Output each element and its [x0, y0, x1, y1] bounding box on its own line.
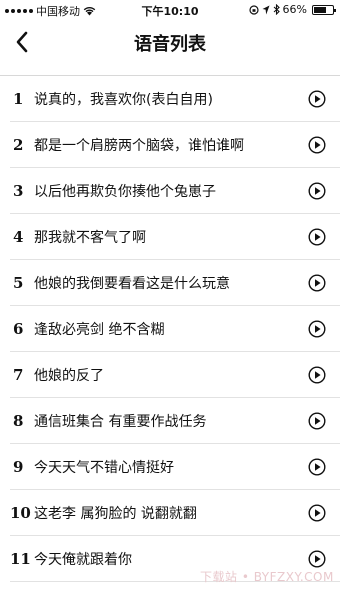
list-item[interactable]: 7 他娘的反了: [0, 352, 340, 398]
play-icon[interactable]: [308, 412, 326, 430]
lock-rotation-icon: [248, 4, 259, 15]
item-title: 说真的，我喜欢你(表白自用): [34, 92, 213, 108]
play-icon[interactable]: [308, 182, 326, 200]
play-icon[interactable]: [308, 366, 326, 384]
item-number: 10: [10, 504, 31, 522]
status-right: 66%: [248, 3, 336, 16]
item-number: 6: [13, 320, 24, 338]
watermark: 下载站 • BYFZXY.COM: [200, 570, 334, 584]
play-icon[interactable]: [308, 320, 326, 338]
list-item[interactable]: 3 以后他再欺负你揍他个兔崽子: [0, 168, 340, 214]
battery-icon: [312, 4, 336, 15]
item-title: 今天俺就跟着你: [34, 552, 132, 568]
item-title: 通信班集合 有重要作战任务: [34, 414, 207, 430]
item-number: 7: [13, 366, 24, 384]
item-number: 2: [13, 136, 24, 154]
list-item[interactable]: 2 都是一个肩膀两个脑袋，谁怕谁啊: [0, 122, 340, 168]
list-item[interactable]: 4 那我就不客气了啊: [0, 214, 340, 260]
item-number: 8: [13, 412, 24, 430]
item-title: 这老李 属狗脸的 说翻就翻: [34, 506, 197, 522]
item-title: 都是一个肩膀两个脑袋，谁怕谁啊: [34, 138, 244, 154]
item-number: 11: [10, 550, 31, 568]
item-number: 3: [13, 182, 24, 200]
play-icon[interactable]: [308, 136, 326, 154]
list-item[interactable]: 5 他娘的我倒要看看这是什么玩意: [0, 260, 340, 306]
nav-bar: 语音列表: [0, 20, 340, 64]
list-item[interactable]: 6 逢敌必亮剑 绝不含糊: [0, 306, 340, 352]
list-item[interactable]: 8 通信班集合 有重要作战任务: [0, 398, 340, 444]
location-icon: [262, 5, 270, 14]
item-title: 那我就不客气了啊: [34, 230, 146, 246]
list-item[interactable]: 10 这老李 属狗脸的 说翻就翻: [0, 490, 340, 536]
item-title: 逢敌必亮剑 绝不含糊: [34, 322, 165, 338]
list-item[interactable]: 1 说真的，我喜欢你(表白自用): [0, 76, 340, 122]
battery-percent: 66%: [282, 3, 307, 16]
bluetooth-icon: [273, 4, 280, 15]
item-number: 5: [13, 274, 24, 292]
item-number: 1: [13, 90, 24, 108]
play-icon[interactable]: [308, 228, 326, 246]
item-number: 4: [13, 228, 24, 246]
item-title: 今天天气不错心情挺好: [34, 460, 174, 476]
item-title: 他娘的反了: [34, 368, 104, 384]
play-icon[interactable]: [308, 458, 326, 476]
status-bar: 中国移动 下午10:10 66%: [0, 0, 340, 20]
play-icon[interactable]: [308, 274, 326, 292]
play-icon[interactable]: [308, 90, 326, 108]
list-item[interactable]: 9 今天天气不错心情挺好: [0, 444, 340, 490]
play-icon[interactable]: [308, 504, 326, 522]
item-title: 他娘的我倒要看看这是什么玩意: [34, 276, 230, 292]
audio-list: 1 说真的，我喜欢你(表白自用) 2 都是一个肩膀两个脑袋，谁怕谁啊 3 以后他再欺负你揍…: [0, 76, 340, 582]
item-title: 以后他再欺负你揍他个兔崽子: [34, 184, 216, 200]
page-title: 语音列表: [134, 34, 206, 55]
play-icon[interactable]: [308, 550, 326, 568]
item-number: 9: [13, 458, 24, 476]
